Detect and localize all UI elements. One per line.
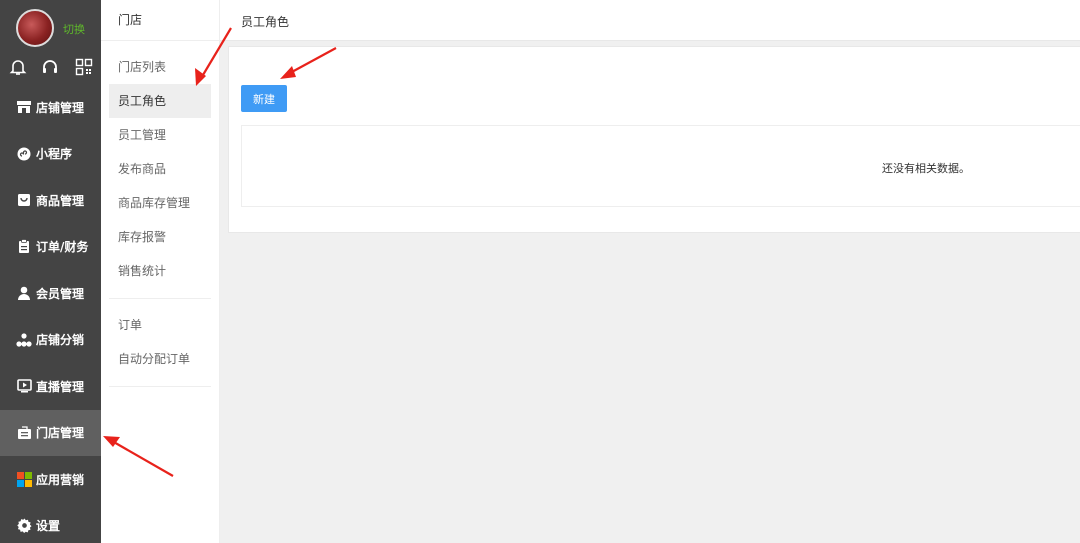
store-icon (16, 425, 32, 441)
sidebar-header: 切换 (0, 0, 101, 56)
avatar[interactable] (16, 9, 54, 47)
sidebar-item-label: 店铺管理 (36, 100, 85, 115)
sidebar-item-miniprogram[interactable]: 小程序 (0, 131, 101, 178)
sidebar-item-orders[interactable]: 订单/财务 (0, 224, 101, 271)
sidebar-item-label: 商品管理 (36, 193, 85, 208)
live-icon (16, 378, 32, 394)
sidebar-toolbar (0, 56, 101, 82)
sidebar-item-label: 设置 (36, 519, 61, 534)
switch-link[interactable]: 切换 (63, 21, 85, 37)
empty-message: 还没有相关数据。 (882, 162, 970, 175)
sidebar-item-goods[interactable]: 商品管理 (0, 177, 101, 224)
subnav-item-publish-goods[interactable]: 发布商品 (109, 152, 211, 186)
sidebar-item-apps[interactable]: 应用营销 (0, 456, 101, 503)
sidebar-item-shop[interactable]: 店铺管理 (0, 84, 101, 131)
subnav-item-staff-roles[interactable]: 员工角色 (109, 84, 211, 118)
subnav-item-staff-management[interactable]: 员工管理 (109, 118, 211, 152)
gear-icon (16, 518, 32, 534)
page-title: 员工角色 (241, 15, 290, 29)
goods-icon (16, 192, 32, 208)
sidebar-item-live[interactable]: 直播管理 (0, 363, 101, 410)
distribution-icon (16, 332, 32, 348)
sidebar-item-label: 小程序 (36, 147, 73, 162)
sidebar-item-label: 直播管理 (36, 379, 85, 394)
subnav-group-orders: 订单 自动分配订单 (109, 299, 211, 387)
sidebar-item-label: 应用营销 (36, 472, 85, 487)
new-button[interactable]: 新建 (241, 85, 287, 112)
subnav-item-store-list[interactable]: 门店列表 (109, 50, 211, 84)
sidebar-item-label: 门店管理 (36, 426, 85, 441)
content-header: 员工角色 (220, 0, 1080, 41)
subnav-item-sales-stats[interactable]: 销售统计 (109, 254, 211, 288)
shop-icon (16, 99, 32, 115)
subnav-item-inventory-alert[interactable]: 库存报警 (109, 220, 211, 254)
subnav-item-orders[interactable]: 订单 (109, 308, 211, 342)
subnav-title: 门店 (101, 0, 219, 41)
headset-icon[interactable] (41, 58, 61, 78)
secondary-nav: 门店 门店列表 员工角色 员工管理 发布商品 商品库存管理 库存报警 销售统计 … (101, 0, 220, 543)
sidebar-item-label: 店铺分销 (36, 333, 85, 348)
sidebar-item-settings[interactable]: 设置 (0, 503, 101, 543)
qrcode-icon[interactable] (75, 58, 95, 78)
sidebar-menu: 店铺管理 小程序 商品管理 订单/财务 会员管理 店铺分销 直播管理 门店管理 (0, 84, 101, 543)
sidebar-item-members[interactable]: 会员管理 (0, 270, 101, 317)
sidebar-item-store[interactable]: 门店管理 (0, 409, 101, 456)
subnav-item-inventory-management[interactable]: 商品库存管理 (109, 186, 211, 220)
bell-icon[interactable] (9, 58, 29, 78)
sidebar-item-label: 订单/财务 (36, 240, 89, 255)
user-icon (16, 285, 32, 301)
main-sidebar: 切换 店铺管理 小程序 商品管理 订单/财务 会员管理 店铺分销 直播管理 门店… (0, 0, 101, 543)
sidebar-item-label: 会员管理 (36, 286, 85, 301)
apps-icon (16, 471, 32, 487)
content-panel: 新建 还没有相关数据。 (228, 46, 1080, 233)
clipboard-icon (16, 239, 32, 255)
sidebar-item-distribution[interactable]: 店铺分销 (0, 317, 101, 364)
data-table: 还没有相关数据。 (241, 125, 1080, 207)
subnav-group-store: 门店列表 员工角色 员工管理 发布商品 商品库存管理 库存报警 销售统计 (109, 41, 211, 299)
miniprogram-icon (16, 146, 32, 162)
subnav-item-auto-assign-orders[interactable]: 自动分配订单 (109, 342, 211, 376)
